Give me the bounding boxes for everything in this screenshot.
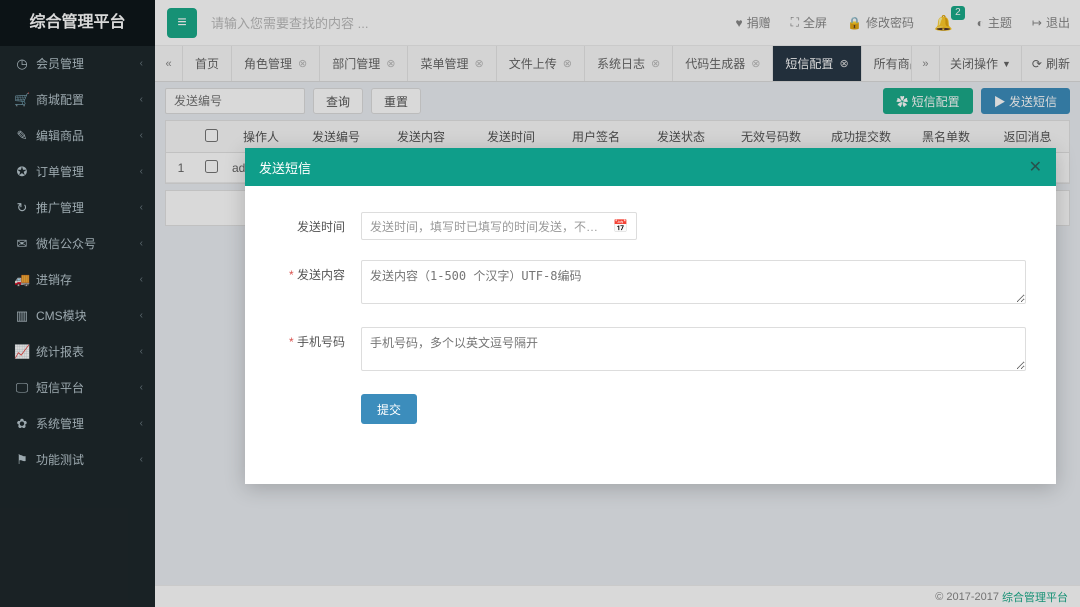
label-content: 发送内容 [275,260,361,307]
calendar-icon: 📅 [613,219,628,233]
content-textarea[interactable] [361,260,1026,304]
submit-button[interactable]: 提交 [361,394,417,424]
label-send-time: 发送时间 [275,212,361,240]
close-icon[interactable]: ✕ [1029,157,1042,177]
phone-textarea[interactable] [361,327,1026,371]
modal-title: 发送短信 [259,158,311,177]
send-time-input[interactable]: 发送时间，填写时已填写的时间发送，不填时为当前时间发送 📅 [361,212,637,240]
send-sms-modal: 发送短信 ✕ 发送时间 发送时间，填写时已填写的时间发送，不填时为当前时间发送 … [245,148,1056,484]
modal-header: 发送短信 ✕ [245,148,1056,186]
label-phone: 手机号码 [275,327,361,374]
